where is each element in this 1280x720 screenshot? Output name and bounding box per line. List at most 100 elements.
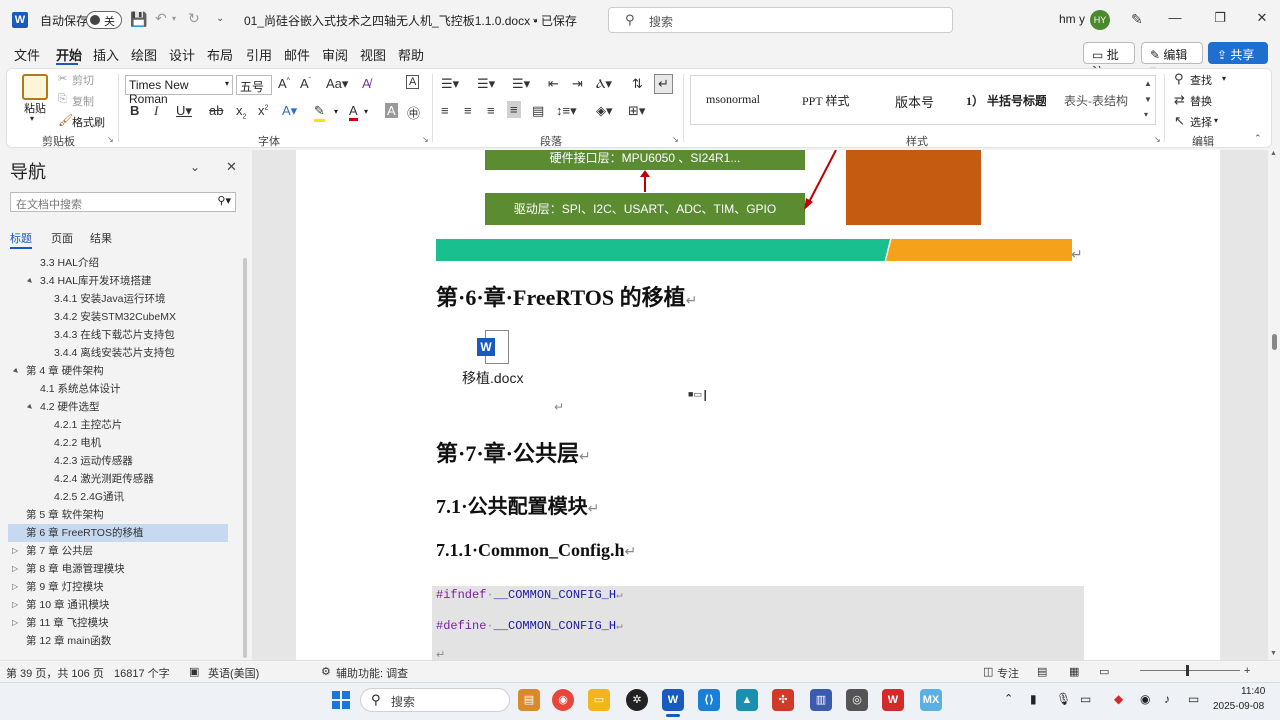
tray-icon[interactable]: ▭ <box>1080 692 1091 706</box>
bold-icon[interactable]: B <box>130 103 139 118</box>
focus-mode[interactable]: 专注 <box>997 665 1019 681</box>
replace-icon[interactable]: ⇄ <box>1174 92 1185 108</box>
nav-options-icon[interactable]: ⌄ <box>190 160 200 174</box>
style-version[interactable]: 版本号 <box>895 92 934 111</box>
clipboard-launcher-icon[interactable]: ↘ <box>107 135 114 144</box>
file-explorer-icon[interactable]: ▭ <box>588 689 610 711</box>
maximize-icon[interactable]: ❐ <box>1210 10 1230 30</box>
autosave-toggle[interactable]: 关 <box>86 11 122 29</box>
read-mode-icon[interactable]: ▤ <box>1037 665 1047 678</box>
tab-insert[interactable]: 插入 <box>93 45 119 64</box>
line-spacing-icon[interactable]: ↕≡▾ <box>556 103 577 119</box>
expand-arrow-icon[interactable]: ▷ <box>12 614 18 632</box>
font-color-dropdown-icon[interactable]: ▾ <box>364 107 368 116</box>
expand-arrow-icon[interactable]: ▷ <box>12 542 18 560</box>
microphone-icon[interactable]: 🎙 <box>1056 692 1071 706</box>
bullets-icon[interactable]: ☰▾ <box>441 76 459 92</box>
section-7-1-1-heading[interactable]: 7.1.1·Common_Config.h↵ <box>436 540 636 561</box>
nav-heading-item[interactable]: 3.4.4 离线安装芯片支持包 <box>8 344 228 362</box>
nav-heading-item[interactable]: 4.2.5 2.4G通讯 <box>8 488 228 506</box>
tab-review[interactable]: 审阅 <box>322 45 348 64</box>
align-center-icon[interactable]: ≡ <box>464 103 472 118</box>
scroll-up-icon[interactable]: ▲ <box>1270 150 1277 157</box>
tab-references[interactable]: 引用 <box>246 45 272 64</box>
style-half-bracket-heading[interactable]: 1） 半括号标题 <box>966 92 1046 109</box>
show-hidden-icons[interactable]: ⌃ <box>1004 692 1013 705</box>
format-painter-icon[interactable]: 🖌 <box>58 113 73 127</box>
word-count[interactable]: 16817 个字 <box>114 665 170 681</box>
increase-indent-icon[interactable]: ⇥ <box>572 76 583 92</box>
wps-icon[interactable]: W <box>882 689 904 711</box>
camera-icon[interactable]: ◎ <box>846 689 868 711</box>
styles-more-icon[interactable]: ▾ <box>1144 110 1148 119</box>
align-right-icon[interactable]: ≡ <box>487 103 495 118</box>
tray-app-icon[interactable]: ▮ <box>1030 692 1037 706</box>
cut-icon[interactable]: ✂ <box>58 72 67 85</box>
enclose-characters-icon[interactable]: ㊥ <box>407 103 420 122</box>
nav-close-icon[interactable]: ✕ <box>226 159 237 175</box>
character-shading-icon[interactable]: A <box>385 103 398 118</box>
wps-tray-icon[interactable]: ◆ <box>1114 692 1123 706</box>
zoom-slider[interactable] <box>1140 670 1240 671</box>
superscript-icon[interactable]: x2 <box>258 103 268 118</box>
volume-icon[interactable]: ♪ <box>1164 692 1170 706</box>
chapter-7-heading[interactable]: 第·7·章·公共层↵ <box>436 436 591 468</box>
xmind-icon[interactable]: ✣ <box>772 689 794 711</box>
font-name-combo[interactable]: Times New Roman ▾ <box>125 75 233 106</box>
quick-access-more-icon[interactable]: ⌄ <box>216 13 224 24</box>
character-border-icon[interactable]: A <box>406 75 420 89</box>
expand-arrow-icon[interactable]: ▷ <box>12 578 18 596</box>
expand-arrow-icon[interactable]: ▷ <box>12 560 18 578</box>
nav-tab-headings[interactable]: 标题 <box>10 230 32 246</box>
word-taskbar-icon[interactable]: W <box>662 689 684 711</box>
clock-date[interactable]: 2025-09-08 <box>1213 701 1264 712</box>
document-title[interactable]: 01_尚硅谷嵌入式技术之四轴无人机_飞控板1.1.0.docx • 已保存 <box>244 12 577 29</box>
find-icon[interactable]: ⚲ <box>1174 71 1184 87</box>
start-icon[interactable] <box>332 691 350 709</box>
tab-view[interactable]: 视图 <box>360 45 386 64</box>
collapse-arrow-icon[interactable]: ▲ <box>21 272 39 290</box>
document-scrollbar[interactable] <box>1268 150 1280 660</box>
nav-heading-item[interactable]: 第 6 章 FreeRTOS的移植 <box>8 524 228 542</box>
paste-dropdown-icon[interactable]: ▾ <box>30 114 34 123</box>
font-size-combo[interactable]: 五号 <box>236 75 272 95</box>
comments-button[interactable]: ▭ 批注 <box>1083 42 1135 79</box>
nav-search-input[interactable]: 在文档中搜索 ⚲▾ <box>10 192 236 212</box>
distributed-icon[interactable]: ▤ <box>532 103 544 119</box>
nav-search-icon[interactable]: ⚲▾ <box>217 194 231 207</box>
language-status[interactable]: 英语(美国) <box>208 665 259 681</box>
photos-icon[interactable]: ▲ <box>736 689 758 711</box>
nav-heading-item[interactable]: 3.3 HAL介绍 <box>8 254 228 272</box>
format-painter-button[interactable]: 格式刷 <box>72 114 105 130</box>
paragraph-launcher-icon[interactable]: ↘ <box>672 135 679 144</box>
undo-icon[interactable]: ↶ <box>155 10 167 27</box>
accessibility-icon[interactable]: ⚙ <box>321 665 331 678</box>
nav-tab-results[interactable]: 结果 <box>90 230 112 246</box>
battery-icon[interactable]: ▭ <box>1188 692 1199 706</box>
highlight-icon[interactable]: ✎ <box>314 103 325 122</box>
nav-heading-item[interactable]: 3.4.2 安装STM32CubeMX <box>8 308 228 326</box>
nav-heading-item[interactable]: ▲ 4.2 硬件选型 <box>8 398 228 416</box>
subscript-icon[interactable]: x2 <box>236 103 246 121</box>
styles-launcher-icon[interactable]: ↘ <box>1154 135 1161 144</box>
section-7-1-heading[interactable]: 7.1·公共配置模块↵ <box>436 490 599 519</box>
chapter-6-heading[interactable]: 第·6·章·FreeRTOS 的移植↵ <box>436 280 697 312</box>
styles-scroll-up-icon[interactable]: ▲ <box>1144 79 1152 88</box>
nav-heading-item[interactable]: ▷ 第 7 章 公共层 <box>8 542 228 560</box>
collapse-arrow-icon[interactable]: ▲ <box>21 398 39 416</box>
replace-button[interactable]: 替换 <box>1190 93 1212 109</box>
shrink-font-icon[interactable]: Aˇ <box>300 76 311 91</box>
nav-heading-item[interactable]: 4.2.3 运动传感器 <box>8 452 228 470</box>
collapse-ribbon-icon[interactable]: ⌃ <box>1254 133 1262 144</box>
nav-heading-item[interactable]: ▷ 第 10 章 通讯模块 <box>8 596 228 614</box>
font-launcher-icon[interactable]: ↘ <box>422 135 429 144</box>
grow-font-icon[interactable]: A^ <box>278 76 290 91</box>
expand-arrow-icon[interactable]: ▷ <box>12 596 18 614</box>
paste-icon[interactable] <box>22 74 48 100</box>
web-layout-icon[interactable]: ▭ <box>1099 665 1109 678</box>
change-case-icon[interactable]: Aa▾ <box>326 76 348 92</box>
nav-heading-item[interactable]: ▷ 第 11 章 飞控模块 <box>8 614 228 632</box>
underline-icon[interactable]: U▾ <box>176 103 192 119</box>
nav-heading-item[interactable]: 第 12 章 main函数 <box>8 632 228 650</box>
shading-icon[interactable]: ◈▾ <box>596 103 613 119</box>
